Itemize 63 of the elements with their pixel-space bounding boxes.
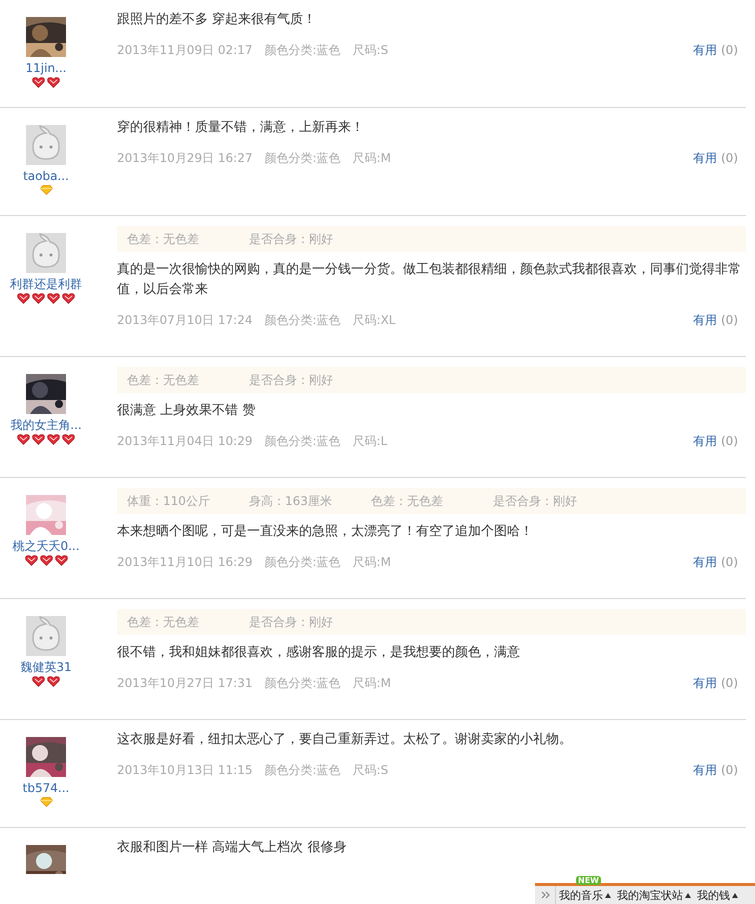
review-date: 2013年10月27日 17:31 xyxy=(117,675,252,692)
size-option: 尺码:M xyxy=(352,673,391,693)
user-name[interactable]: 魏健英31 xyxy=(20,659,72,675)
color-option: 颜色分类:蓝色 xyxy=(264,431,341,451)
tag-text: 是否合身：刚好 xyxy=(493,492,578,510)
toolbar-item[interactable]: 我的淘宝状站 xyxy=(614,888,694,902)
review-date: 2013年11月10日 16:29 xyxy=(117,554,252,571)
tag-text: 色差：无色差 xyxy=(127,614,200,630)
review-date: 2013年10月29日 16:27 xyxy=(117,150,252,167)
review-text: 这衣服是好看，纽扣太恶心了，要自己重新弄过。太松了。谢谢卖家的小礼物。 xyxy=(117,731,573,749)
review-date: 2013年11月09日 02:17 xyxy=(117,42,252,59)
tag-text: 色差：无色差 xyxy=(127,230,200,248)
useful-link[interactable]: 有用 (0) xyxy=(693,40,738,60)
useful-link[interactable]: 有用 (0) xyxy=(693,673,738,693)
user-name[interactable]: 我的女主角... xyxy=(10,417,82,433)
review-date: 2013年11月04日 10:29 xyxy=(117,433,252,450)
tag-text: 身高：163厘米 xyxy=(249,492,333,510)
chevron-icon[interactable] xyxy=(540,891,550,899)
caret-icon xyxy=(605,892,611,898)
heart-icon xyxy=(32,77,45,88)
color-option: 颜色分类:蓝色 xyxy=(264,40,341,60)
useful-link[interactable]: 有用 (0) xyxy=(693,148,738,168)
review-text: 衣服和图片一样 高端大气上档次 很修身 xyxy=(117,839,348,857)
user-name[interactable]: 桃之夭夭0... xyxy=(12,538,80,554)
tag-text: 是否合身：刚好 xyxy=(249,230,334,248)
size-option: 尺码:S xyxy=(352,760,388,780)
tag-text: 是否合身：刚好 xyxy=(249,372,334,388)
size-option: 尺码:L xyxy=(352,431,388,451)
color-option: 颜色分类:蓝色 xyxy=(264,148,341,168)
tag-text: 是否合身：刚好 xyxy=(249,614,334,630)
caret-icon xyxy=(732,892,738,898)
review-date: 2013年10月13日 11:15 xyxy=(117,762,252,779)
caret-icon xyxy=(685,892,691,898)
tag-text: 体重：110公斤 xyxy=(127,492,211,510)
color-option: 颜色分类:蓝色 xyxy=(264,673,341,693)
user-name[interactable]: 11jin... xyxy=(26,60,66,76)
review-date: 2013年07月10日 17:24 xyxy=(117,312,252,329)
toolbar-item[interactable]: 我的钱 xyxy=(694,888,741,902)
size-option: 尺码:M xyxy=(352,148,391,168)
review-text: 穿的很精神！质量不错，满意，上新再来！ xyxy=(117,119,365,137)
new-badge: NEW xyxy=(576,876,601,884)
toolbar-item[interactable]: 我的音乐 xyxy=(556,888,614,902)
tag-text: 色差：无色差 xyxy=(127,372,200,388)
size-option: 尺码:XL xyxy=(352,310,396,330)
size-option: 尺码:S xyxy=(352,40,388,60)
useful-link[interactable]: 有用 (0) xyxy=(693,760,738,780)
color-option: 颜色分类:蓝色 xyxy=(264,310,341,330)
useful-link[interactable]: 有用 (0) xyxy=(693,431,738,451)
color-option: 颜色分类:蓝色 xyxy=(264,552,341,572)
review-text: 跟照片的差不多 穿起来很有气质！ xyxy=(117,11,318,29)
color-option: 颜色分类:蓝色 xyxy=(264,760,341,780)
useful-link[interactable]: 有用 (0) xyxy=(693,310,738,330)
useful-link[interactable]: 有用 (0) xyxy=(693,552,738,572)
tag-text: 色差：无色差 xyxy=(371,492,444,510)
user-name[interactable]: 利群还是利群 xyxy=(10,276,82,292)
review-text: 真的是一次很愉快的网购，真的是一分钱一分货。做工包装都很精细，颜色款式我都很喜欢，同事们觉得非常值，以后会常来 xyxy=(117,261,742,299)
review-text: 很满意 上身效果不错 赞 xyxy=(117,402,256,420)
user-name[interactable]: tb574... xyxy=(22,780,70,796)
heart-icon xyxy=(47,77,60,88)
user-name[interactable]: taoba... xyxy=(23,168,69,184)
size-option: 尺码:M xyxy=(352,552,391,572)
review-text: 本来想晒个图呢，可是一直没来的急照，太漂亮了！有空了追加个图哈！ xyxy=(117,523,534,541)
review-text: 很不错，我和姐妹都很喜欢，感谢客服的提示，是我想要的颜色，满意 xyxy=(117,644,521,662)
